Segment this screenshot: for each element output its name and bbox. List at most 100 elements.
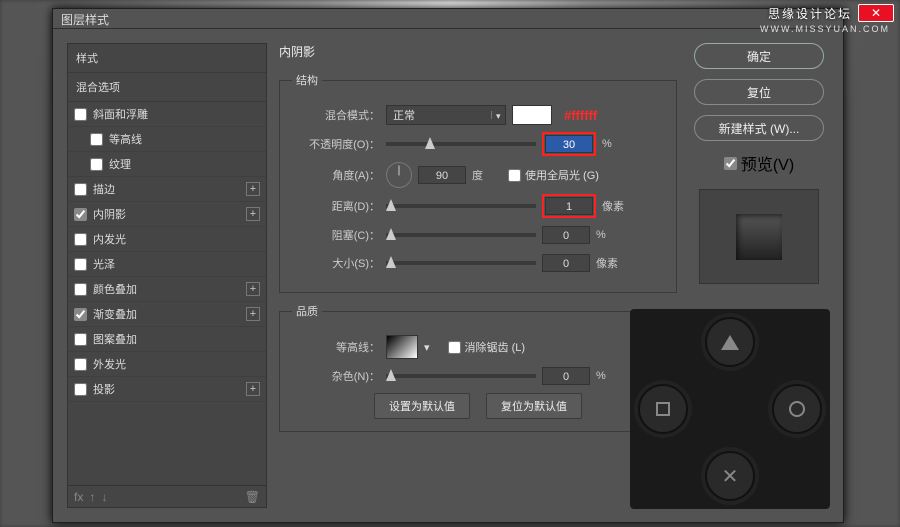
size-slider[interactable] bbox=[386, 261, 536, 265]
sidebar-checkbox[interactable] bbox=[74, 258, 87, 271]
arrow-up-icon[interactable]: ↑ bbox=[89, 490, 95, 504]
angle-input[interactable]: 90 bbox=[418, 166, 466, 184]
chevron-down-icon[interactable]: ▾ bbox=[424, 341, 430, 354]
sidebar-item-label: 等高线 bbox=[109, 131, 142, 147]
watermark-url: WWW.MISSYUAN.COM bbox=[760, 24, 890, 34]
make-default-button[interactable]: 设置为默认值 bbox=[374, 393, 470, 419]
sidebar-head-blend[interactable]: 混合选项 bbox=[68, 73, 266, 102]
dialog-title: 图层样式 bbox=[53, 9, 843, 29]
sidebar-item-9[interactable]: 图案叠加 bbox=[68, 327, 266, 352]
settings-panel: 内阴影 结构 混合模式： 正常▾ #ffffff 不透明度(O)： 30 % bbox=[279, 43, 677, 508]
sidebar-item-10[interactable]: 外发光 bbox=[68, 352, 266, 377]
sidebar-checkbox[interactable] bbox=[74, 183, 87, 196]
distance-slider[interactable] bbox=[386, 204, 536, 208]
sidebar-item-8[interactable]: 渐变叠加 + bbox=[68, 302, 266, 327]
sidebar-item-label: 外发光 bbox=[93, 356, 126, 372]
sidebar-item-0[interactable]: 斜面和浮雕 bbox=[68, 102, 266, 127]
distance-input[interactable]: 1 bbox=[545, 197, 593, 215]
preview-checkbox[interactable]: 预览(V) bbox=[724, 151, 794, 175]
arrow-down-icon[interactable]: ↓ bbox=[101, 490, 107, 504]
cross-icon: ✕ bbox=[722, 464, 739, 489]
angle-label: 角度(A)： bbox=[292, 167, 380, 183]
sidebar-checkbox[interactable] bbox=[90, 133, 103, 146]
choke-unit: % bbox=[596, 229, 626, 241]
dpad-preview: ✕ bbox=[630, 309, 830, 509]
noise-slider[interactable] bbox=[386, 374, 536, 378]
sidebar-item-label: 光泽 bbox=[93, 256, 115, 272]
new-style-button[interactable]: 新建样式 (W)... bbox=[694, 115, 824, 141]
sidebar-checkbox[interactable] bbox=[74, 308, 87, 321]
dpad-square-button[interactable] bbox=[638, 384, 688, 434]
choke-input[interactable]: 0 bbox=[542, 226, 590, 244]
sidebar-checkbox[interactable] bbox=[74, 358, 87, 371]
sidebar-item-label: 内发光 bbox=[93, 231, 126, 247]
watermark-text: 思缘设计论坛 bbox=[768, 5, 852, 22]
sidebar-checkbox[interactable] bbox=[90, 158, 103, 171]
size-unit: 像素 bbox=[596, 255, 626, 271]
noise-input[interactable]: 0 bbox=[542, 367, 590, 385]
plus-icon[interactable]: + bbox=[246, 207, 260, 221]
hex-annotation: #ffffff bbox=[564, 108, 597, 123]
choke-slider[interactable] bbox=[386, 233, 536, 237]
square-icon bbox=[656, 402, 670, 416]
dpad-circle-button[interactable] bbox=[772, 384, 822, 434]
contour-label: 等高线： bbox=[292, 339, 380, 355]
size-label: 大小(S)： bbox=[292, 255, 380, 271]
sidebar-item-4[interactable]: 内阴影 + bbox=[68, 202, 266, 227]
sidebar-item-3[interactable]: 描边 + bbox=[68, 177, 266, 202]
sidebar-checkbox[interactable] bbox=[74, 383, 87, 396]
fx-label[interactable]: fx bbox=[74, 490, 83, 504]
sidebar-item-11[interactable]: 投影 + bbox=[68, 377, 266, 402]
noise-unit: % bbox=[596, 370, 626, 382]
sidebar-item-7[interactable]: 颜色叠加 + bbox=[68, 277, 266, 302]
contour-thumb[interactable] bbox=[386, 335, 418, 359]
opacity-input[interactable]: 30 bbox=[545, 135, 593, 153]
size-input[interactable]: 0 bbox=[542, 254, 590, 272]
antialias-checkbox[interactable]: 消除锯齿 (L) bbox=[448, 339, 526, 355]
sidebar-item-1[interactable]: 等高线 bbox=[68, 127, 266, 152]
plus-icon[interactable]: + bbox=[246, 307, 260, 321]
blend-mode-select[interactable]: 正常▾ bbox=[386, 105, 506, 125]
panel-title: 内阴影 bbox=[279, 43, 677, 60]
reset-default-button[interactable]: 复位为默认值 bbox=[486, 393, 582, 419]
styles-sidebar: 样式 混合选项 斜面和浮雕等高线纹理描边 + 内阴影 + 内发光光泽颜色叠加 + 渐变叠加 +… bbox=[67, 43, 267, 508]
color-swatch[interactable] bbox=[512, 105, 552, 125]
trash-icon[interactable]: 🗑 bbox=[245, 490, 260, 504]
sidebar-item-label: 渐变叠加 bbox=[93, 306, 137, 322]
reset-button[interactable]: 复位 bbox=[694, 79, 824, 105]
sidebar-item-label: 投影 bbox=[93, 381, 115, 397]
sidebar-checkbox[interactable] bbox=[74, 108, 87, 121]
sidebar-checkbox[interactable] bbox=[74, 233, 87, 246]
global-light-checkbox[interactable]: 使用全局光 (G) bbox=[508, 167, 599, 183]
opacity-unit: % bbox=[602, 138, 632, 150]
angle-unit: 度 bbox=[472, 167, 502, 183]
sidebar-item-label: 描边 bbox=[93, 181, 115, 197]
opacity-highlight: 30 bbox=[542, 132, 596, 156]
sidebar-item-label: 斜面和浮雕 bbox=[93, 106, 148, 122]
ok-button[interactable]: 确定 bbox=[694, 43, 824, 69]
plus-icon[interactable]: + bbox=[246, 182, 260, 196]
sidebar-item-6[interactable]: 光泽 bbox=[68, 252, 266, 277]
opacity-slider[interactable] bbox=[386, 142, 536, 146]
plus-icon[interactable]: + bbox=[246, 382, 260, 396]
sidebar-checkbox[interactable] bbox=[74, 333, 87, 346]
circle-icon bbox=[789, 401, 805, 417]
structure-legend: 结构 bbox=[292, 72, 322, 88]
dpad-cross-button[interactable]: ✕ bbox=[705, 451, 755, 501]
plus-icon[interactable]: + bbox=[246, 282, 260, 296]
sidebar-item-label: 内阴影 bbox=[93, 206, 126, 222]
sidebar-item-5[interactable]: 内发光 bbox=[68, 227, 266, 252]
sidebar-checkbox[interactable] bbox=[74, 208, 87, 221]
distance-label: 距离(D)： bbox=[292, 198, 380, 214]
sidebar-item-label: 颜色叠加 bbox=[93, 281, 137, 297]
sidebar-head-styles[interactable]: 样式 bbox=[68, 44, 266, 73]
close-button[interactable]: ✕ bbox=[858, 4, 894, 22]
chevron-down-icon: ▾ bbox=[491, 111, 499, 119]
sidebar-item-2[interactable]: 纹理 bbox=[68, 152, 266, 177]
dpad-triangle-button[interactable] bbox=[705, 317, 755, 367]
choke-label: 阻塞(C)： bbox=[292, 227, 380, 243]
angle-dial[interactable] bbox=[386, 162, 412, 188]
sidebar-checkbox[interactable] bbox=[74, 283, 87, 296]
triangle-icon bbox=[721, 335, 739, 350]
structure-group: 结构 混合模式： 正常▾ #ffffff 不透明度(O)： 30 % 角 bbox=[279, 72, 677, 293]
